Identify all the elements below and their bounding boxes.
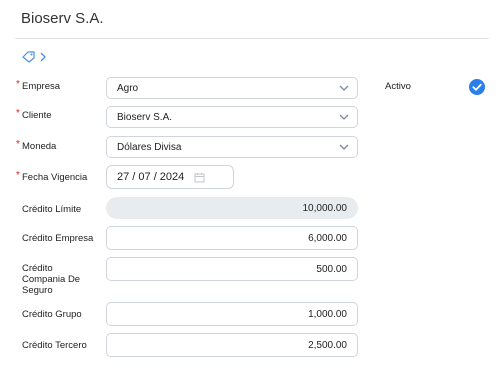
credito-seguro-label: Crédito Compania De Seguro bbox=[22, 263, 81, 296]
credito-limite-field: 10,000.00 bbox=[106, 197, 358, 219]
required-marker: * bbox=[16, 108, 20, 119]
moneda-label: * Moneda bbox=[16, 139, 57, 152]
credito-empresa-value: 6,000.00 bbox=[308, 232, 347, 244]
required-marker: * bbox=[16, 139, 20, 150]
required-marker: * bbox=[16, 170, 20, 181]
chevron-down-icon bbox=[339, 144, 349, 150]
chevron-down-icon bbox=[339, 85, 349, 91]
credito-limite-label: Crédito Límite bbox=[22, 204, 82, 215]
empresa-label: * Empresa bbox=[16, 79, 61, 92]
credito-grupo-label: Crédito Grupo bbox=[22, 309, 82, 320]
activo-label: Activo bbox=[385, 81, 411, 92]
credito-seguro-input[interactable]: 500.00 bbox=[106, 257, 358, 281]
credito-grupo-input[interactable]: 1,000.00 bbox=[106, 302, 358, 326]
credito-grupo-value: 1,000.00 bbox=[308, 308, 347, 320]
cliente-label: * Cliente bbox=[16, 108, 52, 121]
empresa-select[interactable]: Agro bbox=[106, 77, 358, 99]
credito-seguro-value: 500.00 bbox=[316, 263, 347, 275]
credito-empresa-input[interactable]: 6,000.00 bbox=[106, 226, 358, 250]
fecha-date-input[interactable]: 27 / 07 / 2024 bbox=[106, 165, 234, 189]
page-title: Bioserv S.A. bbox=[21, 10, 104, 27]
cliente-select[interactable]: Bioserv S.A. bbox=[106, 106, 358, 128]
breadcrumb[interactable] bbox=[22, 50, 46, 64]
header-divider bbox=[15, 38, 489, 39]
fecha-label: * Fecha Vigencia bbox=[16, 170, 88, 183]
calendar-icon[interactable] bbox=[194, 172, 205, 183]
credito-tercero-value: 2,500.00 bbox=[308, 339, 347, 351]
tag-icon[interactable] bbox=[22, 51, 36, 63]
cliente-value: Bioserv S.A. bbox=[117, 111, 173, 123]
credito-empresa-label: Crédito Empresa bbox=[22, 233, 94, 244]
chevron-right-icon[interactable] bbox=[40, 52, 46, 62]
activo-checkbox[interactable] bbox=[469, 79, 485, 95]
cliente-label-text: Cliente bbox=[22, 110, 52, 121]
moneda-label-text: Moneda bbox=[22, 141, 57, 152]
moneda-value: Dólares Divisa bbox=[117, 141, 182, 153]
required-marker: * bbox=[16, 79, 20, 90]
empresa-label-text: Empresa bbox=[22, 81, 61, 92]
fecha-label-text: Fecha Vigencia bbox=[22, 172, 88, 183]
chevron-down-icon bbox=[339, 114, 349, 120]
credito-tercero-input[interactable]: 2,500.00 bbox=[106, 333, 358, 357]
empresa-value: Agro bbox=[117, 82, 139, 94]
fecha-value: 27 / 07 / 2024 bbox=[117, 171, 185, 183]
moneda-select[interactable]: Dólares Divisa bbox=[106, 136, 358, 158]
credito-limite-value: 10,000.00 bbox=[302, 202, 348, 214]
credito-tercero-label: Crédito Tercero bbox=[22, 340, 87, 351]
checkmark-icon bbox=[469, 79, 485, 95]
